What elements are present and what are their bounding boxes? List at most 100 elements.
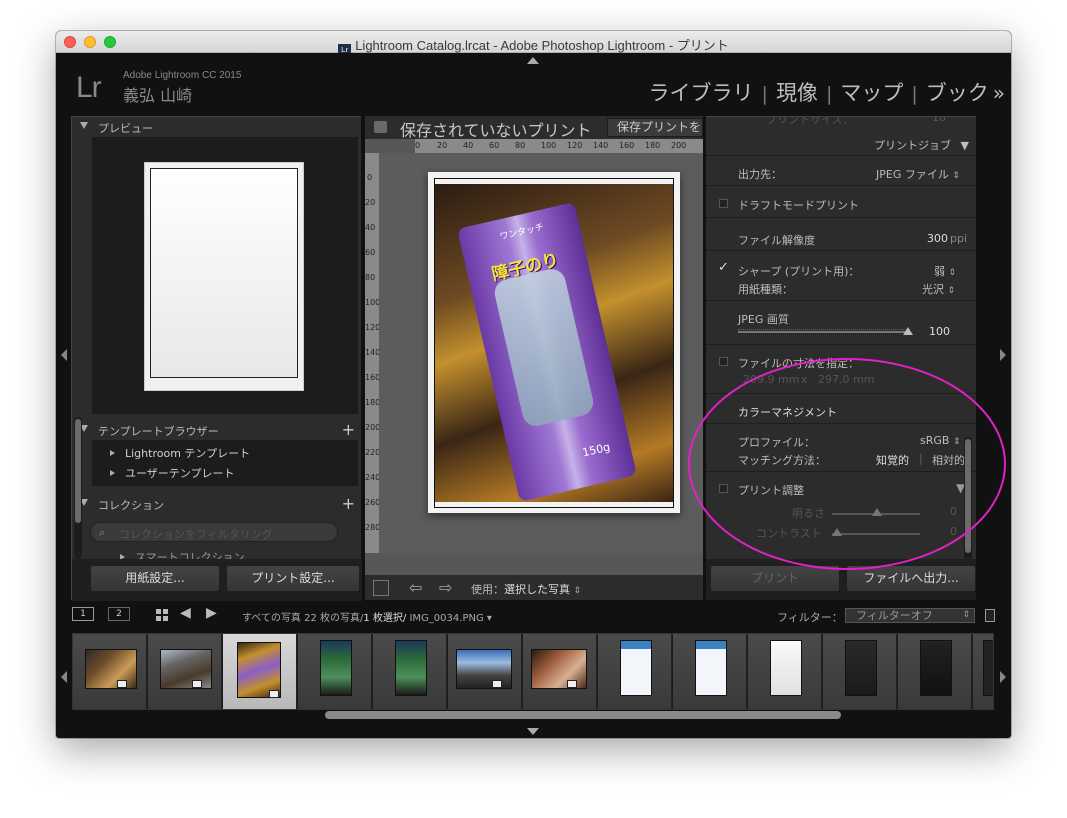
- print-photo[interactable]: ワンタッチ 障子のり 150g: [435, 184, 673, 502]
- filmstrip-thumbnail[interactable]: [298, 634, 372, 709]
- filter-lock-icon[interactable]: [985, 609, 995, 622]
- template-tree: Lightroom テンプレート ユーザーテンプレート: [92, 440, 358, 486]
- horizontal-ruler: 0 20 40 60 80 100 120 140 160 180 200: [415, 139, 703, 153]
- ruler-label: 120: [567, 141, 583, 150]
- thumbnail-image: [395, 640, 427, 696]
- module-library[interactable]: ライブラリ: [649, 81, 754, 105]
- media-type-select[interactable]: 光沢 ⇕: [922, 281, 955, 297]
- collections-header[interactable]: コレクション +: [72, 494, 361, 514]
- second-window-button[interactable]: 2: [108, 607, 130, 621]
- section-divider: [706, 185, 976, 186]
- thumbnail-image: [845, 640, 877, 696]
- module-map[interactable]: マップ: [840, 81, 903, 105]
- jpeg-quality-slider[interactable]: [738, 331, 908, 333]
- output-select[interactable]: JPEG ファイル ⇕: [876, 166, 960, 182]
- jpeg-quality-slider-knob[interactable]: [903, 327, 913, 335]
- add-collection-icon[interactable]: +: [342, 494, 355, 513]
- forward-arrow-icon[interactable]: ▶: [206, 605, 217, 621]
- filmstrip-thumbnail[interactable]: [523, 634, 597, 709]
- print-canvas-area: 保存されていないプリント 保存プリントを 0 20 40 60 80 100 1…: [365, 116, 703, 600]
- print-button[interactable]: プリント: [710, 565, 840, 592]
- ruler-label: 40: [365, 223, 376, 232]
- thumbnail-image: [920, 640, 952, 696]
- module-separator: |: [761, 83, 768, 105]
- left-panel-scrollbar[interactable]: [74, 417, 82, 559]
- template-folder-lightroom[interactable]: Lightroom テンプレート: [110, 445, 250, 461]
- right-panel-toggle-icon[interactable]: [1000, 349, 1006, 361]
- ruler-label: 200: [365, 423, 379, 432]
- left-panel-toggle-icon[interactable]: [61, 349, 67, 361]
- print-job-header[interactable]: プリントジョブ ▼: [874, 137, 969, 153]
- use-selection-control[interactable]: 使用：選択した写真 ⇕: [471, 581, 581, 597]
- collection-filter-input[interactable]: ⌕ コレクションをフィルタリング: [90, 522, 338, 542]
- custom-dimensions-checkbox[interactable]: [719, 357, 728, 366]
- dropdown-updown-icon: ⇕: [947, 286, 956, 296]
- bottom-panel-toggle-icon[interactable]: [527, 728, 539, 735]
- module-separator: |: [911, 83, 918, 105]
- annotation-ellipse: [688, 358, 1006, 570]
- filmstrip-thumbnail[interactable]: [148, 634, 222, 709]
- output-value: JPEG ファイル: [876, 168, 949, 181]
- module-develop[interactable]: 現像: [776, 81, 818, 105]
- ruler-label: 240: [365, 473, 379, 482]
- ruler-label: 120: [365, 323, 379, 332]
- page-setup-button[interactable]: 用紙設定...: [90, 565, 220, 592]
- jpeg-quality-value[interactable]: 100: [929, 325, 950, 338]
- filter-select[interactable]: フィルターオフ ⇕: [845, 608, 975, 623]
- selected-count: 1 枚選択/: [363, 613, 407, 624]
- filmstrip-thumbnail[interactable]: [373, 634, 447, 709]
- filmstrip-thumbnail[interactable]: [748, 634, 822, 709]
- page-view-toggle[interactable]: [373, 580, 389, 596]
- filmstrip-right-toggle-icon[interactable]: [1000, 671, 1006, 683]
- filmstrip-thumbnail[interactable]: [973, 634, 993, 709]
- sharpen-checkbox[interactable]: ✓: [718, 260, 729, 275]
- template-browser-label: テンプレートブラウザー: [98, 425, 219, 438]
- filmstrip-thumbnail[interactable]: [898, 634, 972, 709]
- grid-view-icon[interactable]: [156, 609, 169, 621]
- main-window-button[interactable]: 1: [72, 607, 94, 621]
- template-folder-label: ユーザーテンプレート: [125, 467, 235, 480]
- top-panel-toggle-icon[interactable]: [527, 57, 539, 64]
- sharpen-select[interactable]: 弱 ⇕: [934, 263, 956, 279]
- template-browser-header[interactable]: テンプレートブラウザー +: [72, 420, 361, 440]
- ruler-label: 260: [365, 498, 379, 507]
- filmstrip-left-toggle-icon[interactable]: [61, 671, 67, 683]
- more-modules-icon[interactable]: »: [993, 81, 1005, 105]
- print-job-label: プリントジョブ: [874, 139, 951, 152]
- file-resolution-label: ファイル解像度: [738, 234, 815, 247]
- vertical-ruler: 0 20 40 60 80 100 120 140 160 180 200 22…: [365, 153, 379, 553]
- filmstrip-scrollbar[interactable]: [325, 711, 841, 719]
- back-arrow-icon[interactable]: ◀: [180, 605, 191, 621]
- left-panel-scroll-thumb[interactable]: [75, 419, 81, 523]
- filmstrip-thumbnail-selected[interactable]: [223, 634, 297, 709]
- template-folder-user[interactable]: ユーザーテンプレート: [110, 465, 234, 481]
- collapse-triangle-icon: ▼: [960, 139, 969, 152]
- print-settings-button[interactable]: プリント設定...: [226, 565, 360, 592]
- previous-page-icon[interactable]: ⇦: [409, 578, 422, 597]
- module-book[interactable]: ブック: [926, 81, 989, 105]
- filmstrip-thumbnail[interactable]: [673, 634, 747, 709]
- filmstrip-thumbnail[interactable]: [823, 634, 897, 709]
- glue-package-image: ワンタッチ 障子のり 150g: [457, 202, 637, 502]
- print-canvas: ワンタッチ 障子のり 150g: [379, 153, 703, 553]
- edit-badge-icon: [117, 680, 127, 688]
- ruler-label: 160: [365, 373, 379, 382]
- save-print-button[interactable]: 保存プリントを: [607, 118, 703, 137]
- file-resolution-value[interactable]: 300: [927, 232, 948, 245]
- filmstrip-thumbnail[interactable]: [598, 634, 672, 709]
- ruler-label: 60: [489, 141, 500, 150]
- filmstrip-thumbnail[interactable]: [73, 634, 147, 709]
- package-tube-image: [491, 266, 596, 429]
- print-paper: ワンタッチ 障子のり 150g: [428, 172, 680, 513]
- filmstrip-toolbar: 1 2 ◀ ▶ すべての写真 22 枚の写真/1 枚選択/ IMG_0034.P…: [56, 601, 1011, 633]
- thumbnail-image: [160, 649, 212, 689]
- add-template-icon[interactable]: +: [342, 420, 355, 439]
- draft-mode-checkbox[interactable]: [719, 199, 728, 208]
- preview-panel-header[interactable]: プレビュー: [72, 117, 361, 137]
- source-name: すべての写真: [242, 613, 301, 624]
- dropdown-updown-icon: ⇕: [962, 610, 970, 620]
- print-preview-box: [92, 137, 358, 414]
- filmstrip-source-path[interactable]: すべての写真 22 枚の写真/1 枚選択/ IMG_0034.PNG ▾: [242, 609, 492, 624]
- filmstrip-thumbnail[interactable]: [448, 634, 522, 709]
- next-page-icon[interactable]: ⇨: [439, 578, 452, 597]
